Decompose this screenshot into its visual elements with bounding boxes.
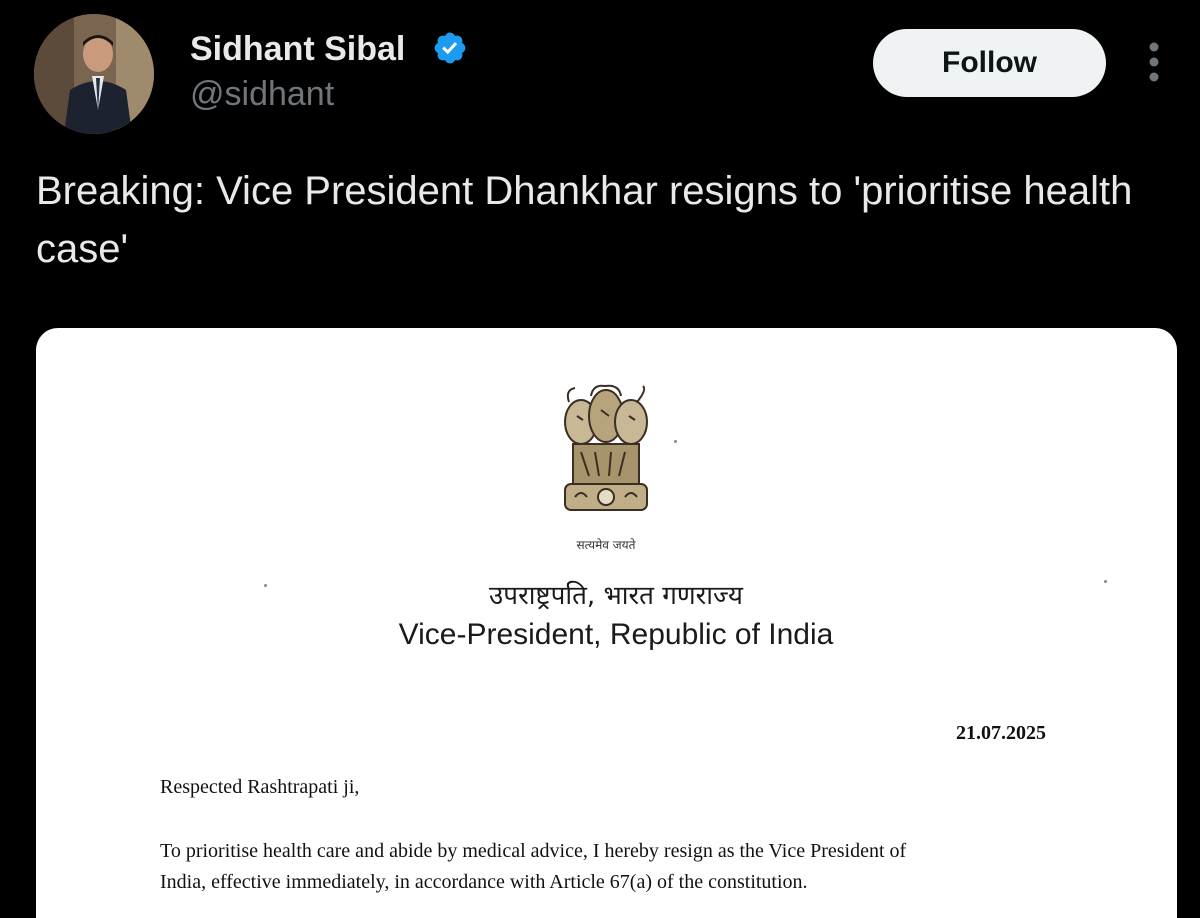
tweet-text: Breaking: Vice President Dhankhar resign… (36, 169, 1133, 271)
emblem-motto: सत्यमेव जयते (576, 538, 636, 552)
scan-speck (674, 440, 677, 443)
letter-body-line: To prioritise health care and abide by m… (160, 840, 907, 862)
letterhead-english-title: Vice-President, Republic of India (398, 618, 834, 651)
letter-salutation: Respected Rashtrapati ji, (160, 776, 360, 798)
verified-badge-icon (434, 32, 466, 64)
author-avatar[interactable] (34, 14, 154, 134)
author-display-name[interactable]: Sidhant Sibal (190, 30, 405, 69)
avatar-photo (34, 14, 154, 134)
tweet-media-image[interactable]: सत्यमेव जयते उपराष्ट्रपति, भारत गणराज्य … (36, 328, 1177, 918)
scan-speck (264, 584, 267, 587)
scan-speck (1104, 580, 1107, 583)
letter-date: 21.07.2025 (956, 722, 1046, 744)
author-handle[interactable]: @sidhant (190, 75, 334, 114)
follow-button[interactable]: Follow (873, 29, 1106, 97)
letterhead-hindi-title: उपराष्ट्रपति, भारत गणराज्य (489, 581, 743, 611)
letter-body-line: India, effective immediately, in accorda… (160, 871, 808, 893)
national-emblem-icon (564, 384, 648, 511)
more-vertical-icon[interactable] (1138, 40, 1170, 86)
